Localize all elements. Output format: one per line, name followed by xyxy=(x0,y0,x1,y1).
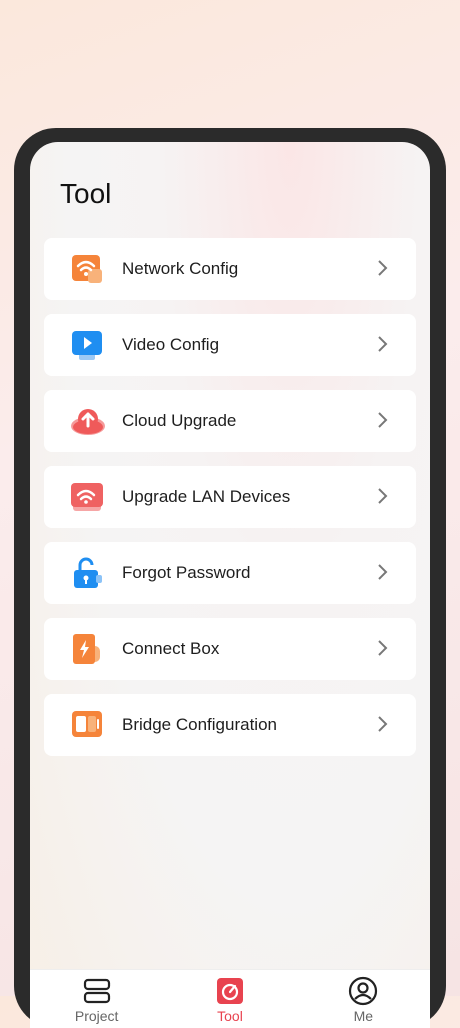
menu-item-label: Upgrade LAN Devices xyxy=(122,487,291,506)
lan-wifi-icon xyxy=(70,480,104,514)
tab-me[interactable]: Me xyxy=(297,970,430,1028)
tool-icon xyxy=(216,978,243,1004)
menu-item-label: Video Config xyxy=(122,335,220,354)
chevron-right-icon xyxy=(378,716,388,732)
wifi-icon xyxy=(70,252,104,286)
chevron-right-icon xyxy=(378,564,388,580)
chevron-right-icon xyxy=(378,412,388,428)
menu-item-label: Forgot Password xyxy=(122,563,251,582)
menu-item-connect-box[interactable]: Connect Box xyxy=(44,618,416,680)
tab-project[interactable]: Project xyxy=(30,970,163,1028)
chevron-right-icon xyxy=(378,260,388,276)
tab-tool[interactable]: Tool xyxy=(163,970,296,1028)
tab-label: Tool xyxy=(217,1008,243,1024)
bottom-tab-bar: Project Tool Me xyxy=(30,969,430,1028)
bridge-icon xyxy=(70,708,104,742)
menu-item-label: Cloud Upgrade xyxy=(122,411,237,430)
page-title: Tool xyxy=(60,178,112,209)
chevron-right-icon xyxy=(378,640,388,656)
tab-label: Project xyxy=(74,1008,119,1024)
lock-icon xyxy=(70,556,104,590)
menu-item-bridge-configuration[interactable]: Bridge Configuration xyxy=(44,694,416,756)
screen: Tool Network Config Video Config Cloud U… xyxy=(30,142,430,1028)
tool-menu: Network Config Video Config Cloud Upgrad… xyxy=(44,238,416,770)
chevron-right-icon xyxy=(378,336,388,352)
video-play-icon xyxy=(70,328,104,362)
profile-icon xyxy=(349,976,378,1006)
tab-label: Me xyxy=(353,1008,374,1024)
project-icon xyxy=(83,978,110,1004)
menu-item-upgrade-lan-devices[interactable]: Upgrade LAN Devices xyxy=(44,466,416,528)
menu-item-cloud-upgrade[interactable]: Cloud Upgrade xyxy=(44,390,416,452)
battery-bolt-icon xyxy=(70,632,104,666)
menu-item-label: Connect Box xyxy=(122,639,220,658)
menu-item-video-config[interactable]: Video Config xyxy=(44,314,416,376)
chevron-right-icon xyxy=(378,488,388,504)
menu-item-label: Bridge Configuration xyxy=(122,715,277,734)
menu-item-forgot-password[interactable]: Forgot Password xyxy=(44,542,416,604)
phone-frame: Tool Network Config Video Config Cloud U… xyxy=(14,128,446,1028)
cloud-upload-icon xyxy=(70,404,105,438)
menu-item-label: Network Config xyxy=(122,259,239,278)
menu-item-network-config[interactable]: Network Config xyxy=(44,238,416,300)
